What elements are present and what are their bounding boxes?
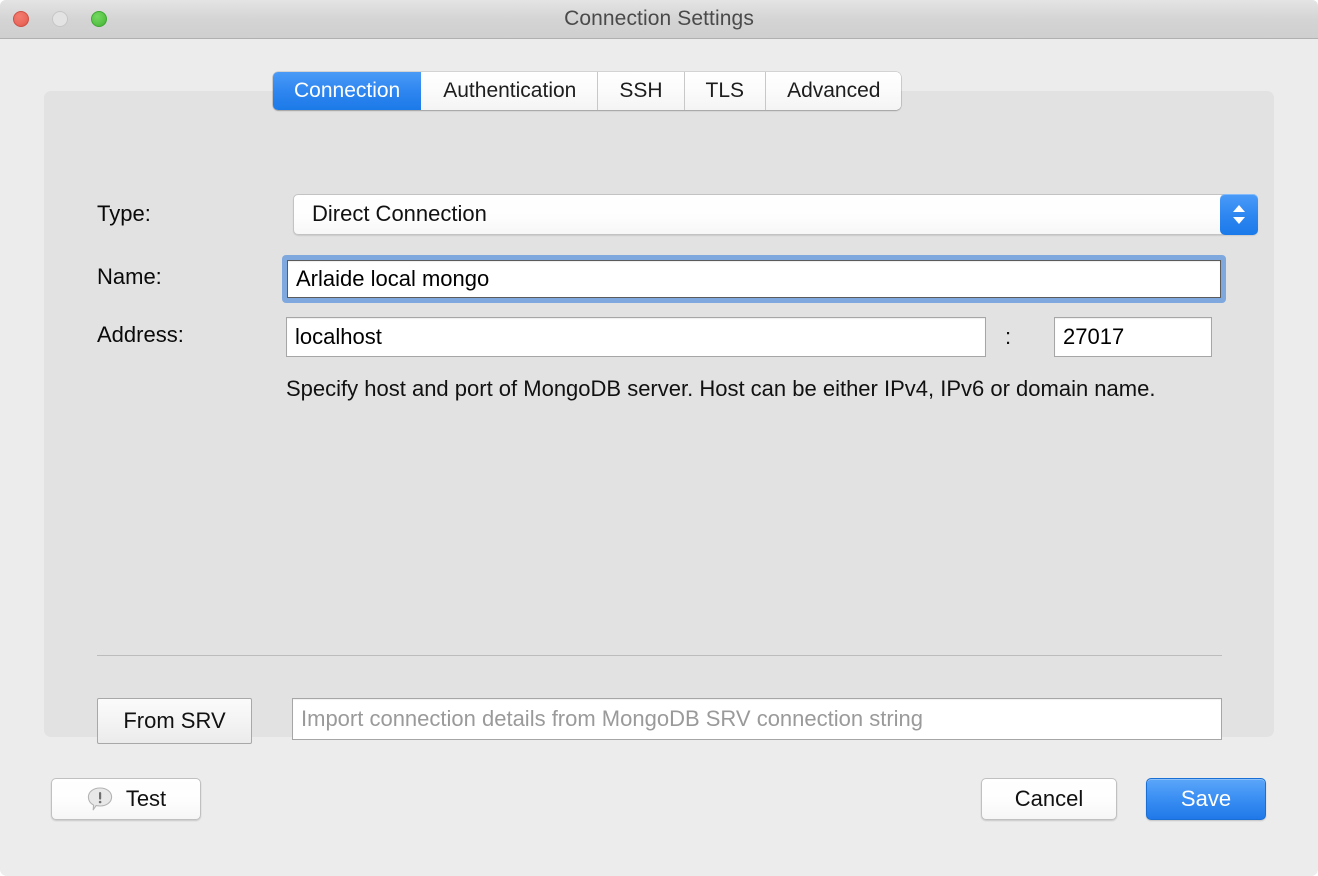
srv-connection-string-placeholder: Import connection details from MongoDB S…: [301, 706, 924, 731]
test-connection-label: Test: [125, 786, 167, 811]
connection-type-value: Direct Connection: [312, 201, 487, 226]
address-host-input[interactable]: localhost: [286, 317, 986, 357]
address-separator: :: [1005, 324, 1012, 349]
tab-ssh[interactable]: SSH: [597, 72, 684, 110]
tab-connection[interactable]: Connection: [273, 72, 422, 110]
save-button[interactable]: Save: [1146, 778, 1266, 820]
address-label: Address:: [97, 322, 184, 347]
type-label: Type:: [97, 201, 151, 226]
connection-settings-window: Connection Settings Type: Name: Address:…: [0, 0, 1318, 876]
tab-authentication[interactable]: Authentication: [421, 72, 598, 110]
address-host-value: localhost: [295, 324, 382, 349]
exclamation-bubble-icon: [86, 786, 114, 812]
tab-advanced[interactable]: Advanced: [765, 72, 902, 110]
connection-panel: Type: Name: Address: Direct Connection A…: [44, 91, 1274, 744]
address-hint-text: Specify host and port of MongoDB server.…: [286, 376, 1156, 401]
section-divider: [97, 655, 1222, 656]
address-port-input[interactable]: 27017: [1054, 317, 1212, 357]
chevron-up-down-icon[interactable]: [1220, 194, 1258, 235]
tab-tls[interactable]: TLS: [683, 72, 766, 110]
address-port-value: 27017: [1063, 324, 1125, 349]
window-titlebar: Connection Settings: [0, 0, 1318, 39]
dialog-content: Type: Name: Address: Direct Connection A…: [0, 39, 1318, 876]
srv-connection-string-input[interactable]: Import connection details from MongoDB S…: [292, 698, 1222, 740]
connection-type-select[interactable]: Direct Connection: [293, 194, 1258, 235]
from-srv-button[interactable]: From SRV: [97, 698, 252, 744]
connection-name-input[interactable]: Arlaide local mongo: [287, 260, 1221, 298]
connection-name-value: Arlaide local mongo: [296, 266, 490, 291]
name-label: Name:: [97, 264, 162, 289]
test-connection-button[interactable]: Test: [51, 778, 201, 820]
window-title: Connection Settings: [564, 7, 754, 30]
settings-tabbar: Connection Authentication SSH TLS Advanc…: [273, 72, 902, 110]
connection-name-focus-ring: Arlaide local mongo: [282, 255, 1226, 303]
cancel-button[interactable]: Cancel: [981, 778, 1117, 820]
